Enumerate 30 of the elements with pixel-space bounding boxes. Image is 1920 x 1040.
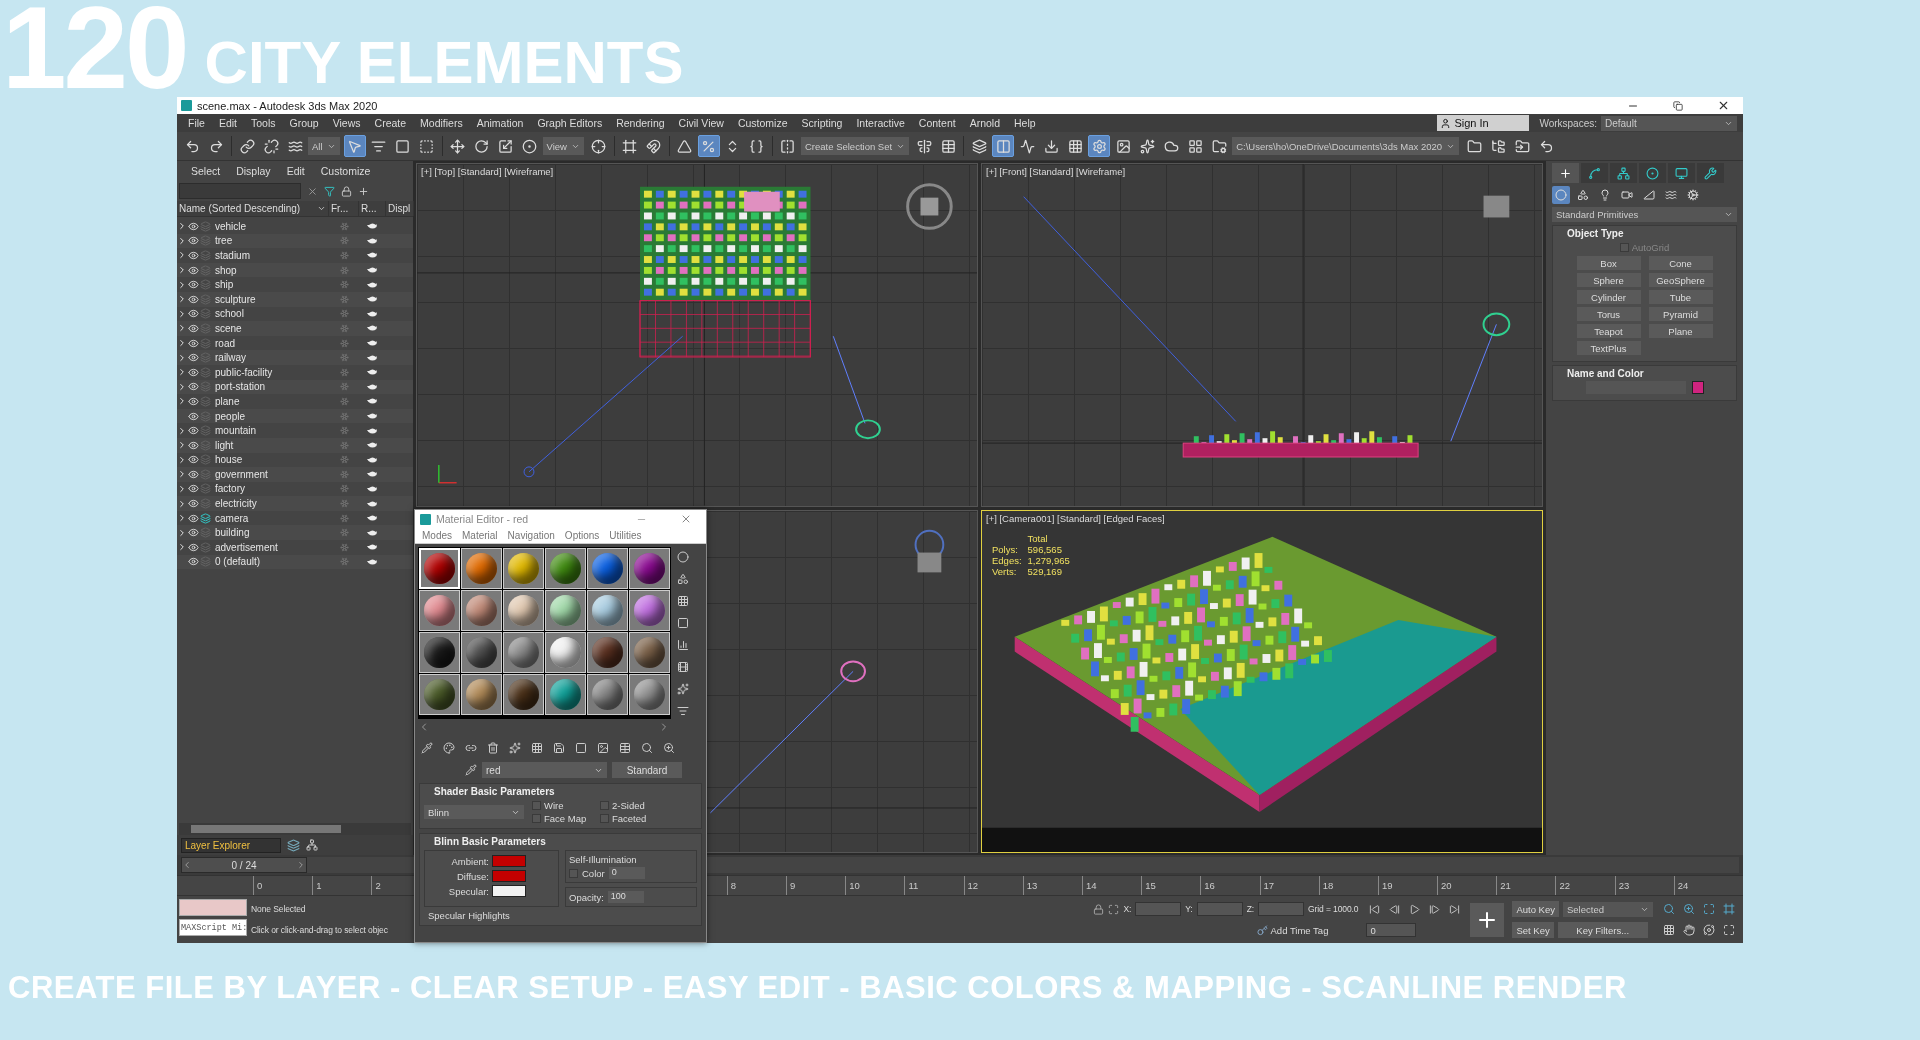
poster-title: CITY ELEMENTS <box>204 33 684 93</box>
stats-value: 1,279,965 <box>1027 554 1070 566</box>
grid-size: Grid = 1000.0 <box>1308 904 1359 914</box>
poster-number: 120 <box>2 0 187 97</box>
option-label: Color <box>582 867 605 879</box>
stats-title: Total <box>1027 532 1049 544</box>
color-label: Ambient: <box>450 855 489 867</box>
coordinate-label: X: <box>1123 904 1132 914</box>
color-label: Specular: <box>447 885 489 897</box>
coordinate-label: Z: <box>1246 904 1254 914</box>
workspaces-label: Workspaces: <box>1538 117 1598 129</box>
selection-status: None Selected <box>251 904 307 915</box>
option-label: Face Map <box>544 813 587 824</box>
option-label: 2-Sided <box>612 800 645 811</box>
window-title: scene.max - Autodesk 3ds Max 2020 <box>197 99 378 112</box>
specular-highlights-label: Specular Highlights <box>427 910 511 921</box>
stats-label: Edges: <box>992 554 1022 566</box>
self-illumination-label: Self-Illumination <box>569 854 638 865</box>
stats-label: Verts: <box>992 565 1017 577</box>
stats-label: Polys: <box>992 543 1019 555</box>
prompt-text: Click or click-and-drag to select objec <box>251 924 388 935</box>
option-label: Faceted <box>612 813 647 824</box>
stats-value: 596,565 <box>1027 543 1063 555</box>
poster-tagline: CREATE FILE BY LAYER - CLEAR SETUP - EASY EDIT - BASIC COLORS & MAPPING - SCANLINE RENDER <box>8 969 1627 1006</box>
coordinate-label: Y: <box>1185 904 1193 914</box>
material-editor-title: Material Editor - red <box>436 513 529 525</box>
color-label: Diffuse: <box>455 870 489 882</box>
stats-value: 529,169 <box>1027 565 1063 577</box>
opacity-label: Opacity: <box>569 891 604 903</box>
option-label: Wire <box>544 800 564 811</box>
